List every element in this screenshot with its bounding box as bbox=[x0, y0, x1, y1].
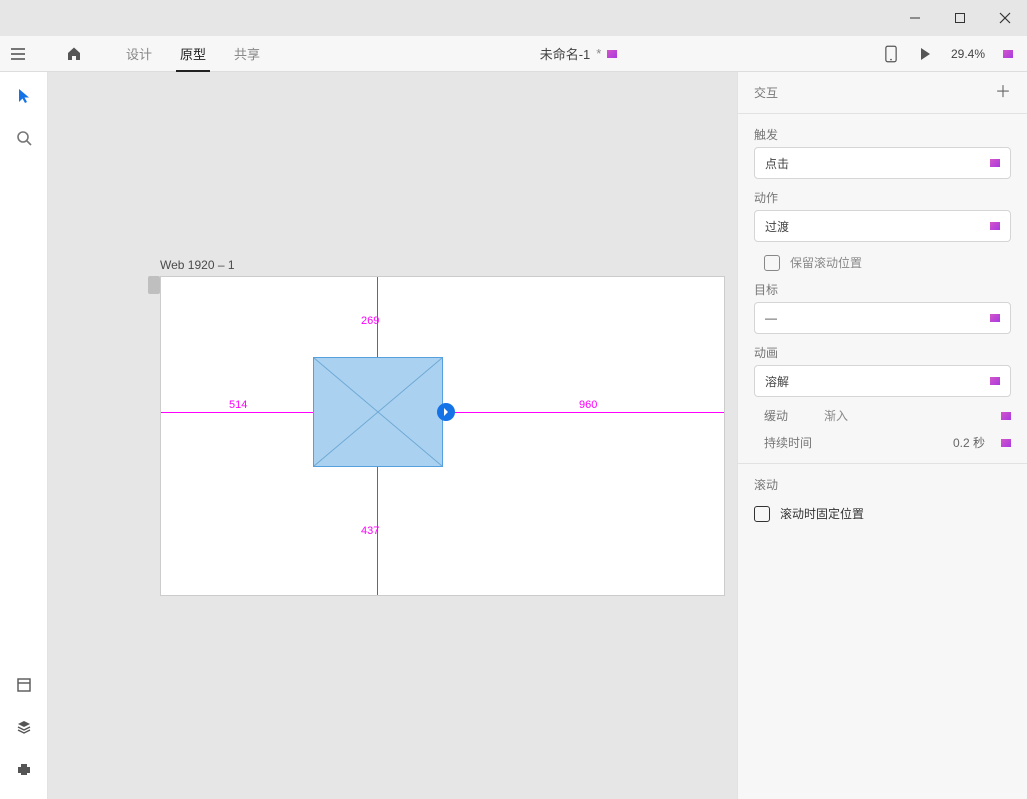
animation-value: 溶解 bbox=[765, 373, 789, 390]
window-close-button[interactable] bbox=[982, 0, 1027, 36]
selected-rectangle[interactable] bbox=[313, 357, 443, 467]
properties-panel: 交互 ＋ 触发 点击 动作 过渡 保留滚动位置 目标 bbox=[737, 72, 1027, 799]
animation-select[interactable]: 溶解 bbox=[754, 365, 1011, 397]
hamburger-menu-icon[interactable] bbox=[0, 45, 36, 63]
tool-rail bbox=[0, 72, 48, 799]
tab-design[interactable]: 设计 bbox=[112, 36, 166, 72]
scroll-section: 滚动 滚动时固定位置 bbox=[738, 464, 1027, 534]
action-select[interactable]: 过渡 bbox=[754, 210, 1011, 242]
swatch-icon bbox=[1001, 439, 1011, 447]
dimension-bottom: 437 bbox=[361, 525, 379, 537]
scroll-header: 滚动 bbox=[754, 476, 778, 493]
fix-on-scroll-row[interactable]: 滚动时固定位置 bbox=[754, 505, 1011, 522]
artboard-home-marker[interactable] bbox=[148, 276, 160, 294]
dimension-right: 960 bbox=[579, 399, 597, 411]
play-icon[interactable] bbox=[917, 46, 933, 62]
trigger-select[interactable]: 点击 bbox=[754, 147, 1011, 179]
swatch-icon bbox=[990, 377, 1000, 385]
layers-icon[interactable] bbox=[12, 715, 36, 739]
window-minimize-button[interactable] bbox=[892, 0, 937, 36]
easing-row[interactable]: 缓动 渐入 bbox=[764, 407, 1011, 424]
prototype-link-handle[interactable] bbox=[437, 403, 455, 421]
search-tool-icon[interactable] bbox=[12, 126, 36, 150]
zoom-level[interactable]: 29.4% bbox=[951, 47, 985, 61]
preserve-scroll-label: 保留滚动位置 bbox=[790, 254, 862, 271]
duration-value[interactable]: 0.2 秒 bbox=[824, 434, 991, 451]
swatch-icon bbox=[990, 222, 1000, 230]
trigger-value: 点击 bbox=[765, 155, 789, 172]
destination-select[interactable]: — bbox=[754, 302, 1011, 334]
action-label: 动作 bbox=[754, 189, 1011, 206]
interaction-details-section: 触发 点击 动作 过渡 保留滚动位置 目标 — 动画 bbox=[738, 114, 1027, 464]
artboard[interactable]: 269 437 514 960 bbox=[160, 276, 725, 596]
fix-on-scroll-checkbox[interactable] bbox=[754, 506, 770, 522]
select-tool-icon[interactable] bbox=[12, 84, 36, 108]
dimension-left: 514 bbox=[229, 399, 247, 411]
action-value: 过渡 bbox=[765, 218, 789, 235]
document-title: 未命名-1 * bbox=[274, 44, 883, 63]
document-name: 未命名-1 bbox=[540, 44, 591, 63]
tab-prototype[interactable]: 原型 bbox=[166, 36, 220, 72]
document-modified-indicator: * bbox=[596, 46, 601, 61]
mode-tabs: 设计 原型 共享 bbox=[112, 36, 274, 72]
preserve-scroll-checkbox[interactable] bbox=[764, 255, 780, 271]
window-maximize-button[interactable] bbox=[937, 0, 982, 36]
trigger-label: 触发 bbox=[754, 126, 1011, 143]
plugins-icon[interactable] bbox=[12, 757, 36, 781]
dimension-top: 269 bbox=[361, 315, 379, 327]
preserve-scroll-row[interactable]: 保留滚动位置 bbox=[764, 254, 1011, 271]
tab-share[interactable]: 共享 bbox=[220, 36, 274, 72]
swatch-icon bbox=[990, 159, 1000, 167]
canvas[interactable]: Web 1920 – 1 269 437 514 960 bbox=[48, 72, 737, 799]
destination-label: 目标 bbox=[754, 281, 1011, 298]
header-swatch-icon bbox=[1003, 50, 1013, 58]
destination-value: — bbox=[765, 311, 777, 325]
easing-value[interactable]: 渐入 bbox=[824, 407, 991, 424]
fix-on-scroll-label: 滚动时固定位置 bbox=[780, 505, 864, 522]
duration-row[interactable]: 持续时间 0.2 秒 bbox=[764, 434, 1011, 451]
artboard-label[interactable]: Web 1920 – 1 bbox=[160, 258, 235, 272]
duration-label: 持续时间 bbox=[764, 434, 814, 451]
device-preview-icon[interactable] bbox=[883, 46, 899, 62]
window-titlebar bbox=[0, 0, 1027, 36]
animation-label: 动画 bbox=[754, 344, 1011, 361]
app-header: 设计 原型 共享 未命名-1 * 29.4% bbox=[0, 36, 1027, 72]
interaction-header: 交互 bbox=[754, 84, 778, 101]
home-icon[interactable] bbox=[56, 46, 92, 62]
swatch-icon bbox=[1001, 412, 1011, 420]
document-sync-swatch-icon bbox=[607, 50, 617, 58]
main-area: Web 1920 – 1 269 437 514 960 交互 bbox=[0, 72, 1027, 799]
interaction-section: 交互 ＋ bbox=[738, 72, 1027, 114]
easing-label: 缓动 bbox=[764, 407, 814, 424]
add-interaction-icon[interactable]: ＋ bbox=[995, 85, 1011, 101]
swatch-icon bbox=[990, 314, 1000, 322]
libraries-icon[interactable] bbox=[12, 673, 36, 697]
